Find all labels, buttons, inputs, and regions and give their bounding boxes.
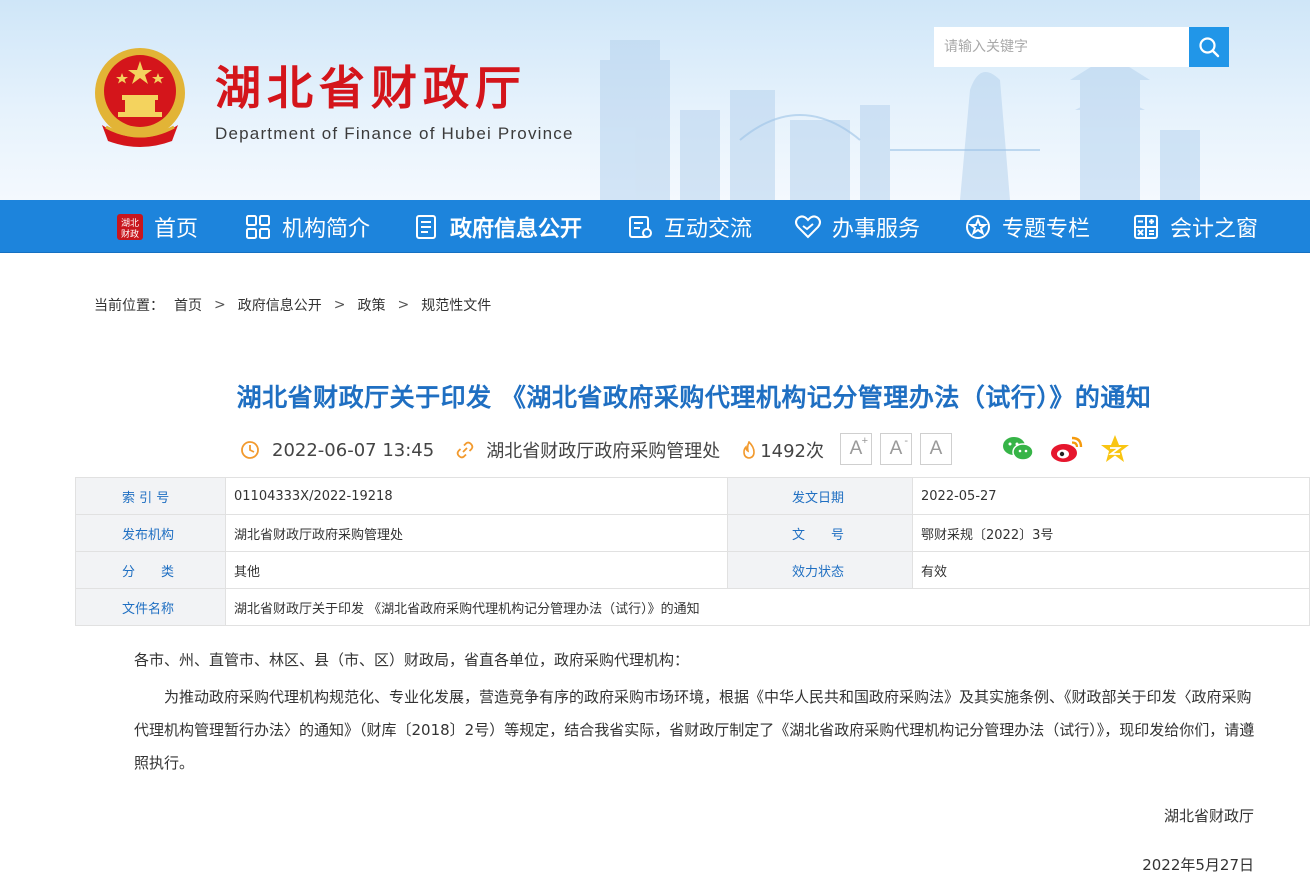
nav-item-accounting[interactable]: 会计之窗 <box>1132 200 1258 253</box>
breadcrumb-link-gov-info[interactable]: 政府信息公开 <box>238 295 322 315</box>
article-body: 各市、州、直管市、林区、县（市、区）财政局，省直各单位，政府采购代理机构： 为推… <box>134 644 1256 780</box>
wechat-icon <box>1003 437 1034 461</box>
nav-item-label: 专题专栏 <box>1002 216 1091 242</box>
font-reset-button[interactable]: A <box>920 433 952 465</box>
site-header: 湖北省财政厅 Department of Finance of Hubei Pr… <box>0 0 1310 200</box>
salutation: 各市、州、直管市、林区、县（市、区）财政局，省直各单位，政府采购代理机构： <box>134 651 690 669</box>
nav-item-label: 会计之窗 <box>1170 216 1259 242</box>
breadcrumb-link-normative-docs[interactable]: 规范性文件 <box>421 295 491 315</box>
document-list-icon <box>412 213 440 241</box>
nav-item-label: 办事服务 <box>832 216 921 242</box>
chat-form-icon <box>626 213 654 241</box>
clock-icon <box>241 441 259 459</box>
breadcrumb-separator: > <box>214 297 226 313</box>
link-icon <box>456 441 474 459</box>
filename-value: 湖北省财政厅关于印发 《湖北省政府采购代理机构记分管理办法（试行）》的通知 <box>225 588 1310 626</box>
article-source-text: 湖北省财政厅政府采购管理处 <box>486 441 721 462</box>
weibo-icon <box>1051 436 1083 462</box>
breadcrumb-link-home[interactable]: 首页 <box>174 295 202 315</box>
nav-item-services[interactable]: 办事服务 <box>794 200 920 253</box>
nav-item-label: 首页 <box>154 216 199 242</box>
status-label: 效力状态 <box>727 551 913 589</box>
table-row: 文件名称 湖北省财政厅关于印发 《湖北省政府采购代理机构记分管理办法（试行）》的… <box>75 588 1310 626</box>
category-label: 分 类 <box>75 551 226 589</box>
nav-item-topics[interactable]: 专题专栏 <box>964 200 1090 253</box>
svg-text:财政: 财政 <box>121 228 139 240</box>
publish-time: 2022-06-07 13:45 <box>240 440 434 461</box>
article-meta: 2022-06-07 13:45 湖北省财政厅政府采购管理处 1492次 <box>240 436 846 464</box>
status-value: 有效 <box>912 551 1310 589</box>
nav-item-interaction[interactable]: 互动交流 <box>626 200 752 253</box>
star-circle-icon <box>964 213 992 241</box>
signature-date: 2022年5月27日 <box>1142 856 1254 874</box>
grid-icon <box>244 213 272 241</box>
nav-item-about[interactable]: 机构简介 <box>244 200 370 253</box>
doc-number-label: 文 号 <box>727 514 913 552</box>
wechat-share-button[interactable] <box>1002 435 1034 463</box>
nav-item-label: 互动交流 <box>664 216 753 242</box>
site-subtitle: Department of Finance of Hubei Province <box>215 124 574 143</box>
nav-item-gov-info[interactable]: 政府信息公开 <box>412 200 582 253</box>
document-info-table: 索 引 号 01104333X/2022-19218 发文日期 2022-05-… <box>75 477 1310 626</box>
main-nav: 湖北 财政 首页 机构简介 政府信息公开 互动交流 办事服务 专题专栏 会计之窗 <box>0 200 1310 253</box>
signature: 湖北省财政厅 <box>1163 807 1254 825</box>
table-row: 发布机构 湖北省财政厅政府采购管理处 文 号 鄂财采规〔2022〕3号 <box>75 514 1310 552</box>
svg-text:湖北: 湖北 <box>121 218 139 229</box>
view-count: 1492次 <box>742 437 824 463</box>
breadcrumb-separator: > <box>333 297 346 313</box>
filename-label: 文件名称 <box>75 588 226 626</box>
national-emblem-logo <box>95 48 185 147</box>
font-size-controls: A + A- A <box>840 433 960 465</box>
breadcrumb-link-policy[interactable]: 政策 <box>357 295 385 315</box>
issue-date-value: 2022-05-27 <box>912 477 1310 515</box>
index-label: 索 引 号 <box>75 477 226 515</box>
hubei-finance-logo-icon: 湖北 财政 <box>116 213 144 241</box>
search-box <box>934 27 1229 67</box>
calculator-icon <box>1132 213 1160 241</box>
article-title: 湖北省财政厅关于印发 《湖北省政府采购代理机构记分管理办法（试行）》的通知 <box>236 383 1152 412</box>
index-value: 01104333X/2022-19218 <box>225 477 728 515</box>
site-title: 湖北省财政厅 <box>215 61 527 115</box>
doc-number-value: 鄂财采规〔2022〕3号 <box>912 514 1310 552</box>
font-decrease-button[interactable]: A- <box>880 433 912 465</box>
qzone-share-button[interactable] <box>1100 434 1130 464</box>
breadcrumb: 当前位置： 首页 > 政府信息公开 > 政策 > 规范性文件 <box>94 295 491 315</box>
publisher-value: 湖北省财政厅政府采购管理处 <box>225 514 728 552</box>
body-paragraph: 为推动政府采购代理机构规范化、专业化发展，营造竞争有序的政府采购市场环境，根据《… <box>134 688 1255 772</box>
category-value: 其他 <box>225 551 728 589</box>
nav-item-label: 政府信息公开 <box>450 216 583 242</box>
search-icon <box>1199 37 1220 58</box>
breadcrumb-separator: > <box>397 297 410 313</box>
search-button[interactable] <box>1189 27 1229 67</box>
nav-item-label: 机构简介 <box>282 216 371 242</box>
flame-icon <box>743 441 756 459</box>
breadcrumb-prefix: 当前位置： <box>94 298 164 314</box>
qzone-icon <box>1101 435 1129 462</box>
nav-item-home[interactable]: 湖北 财政 首页 <box>116 200 198 253</box>
table-row: 分 类 其他 效力状态 有效 <box>75 551 1310 589</box>
publisher-label: 发布机构 <box>75 514 226 552</box>
view-count-text: 1492次 <box>760 441 825 462</box>
article-source: 湖北省财政厅政府采购管理处 <box>456 437 720 463</box>
heart-hand-icon <box>794 213 822 241</box>
font-increase-button[interactable]: A + <box>840 433 872 465</box>
search-input[interactable] <box>934 27 1189 67</box>
share-buttons <box>1002 434 1146 464</box>
issue-date-label: 发文日期 <box>727 477 913 515</box>
publish-time-text: 2022-06-07 13:45 <box>272 439 435 461</box>
weibo-share-button[interactable] <box>1050 434 1084 464</box>
table-row: 索 引 号 01104333X/2022-19218 发文日期 2022-05-… <box>75 477 1310 515</box>
